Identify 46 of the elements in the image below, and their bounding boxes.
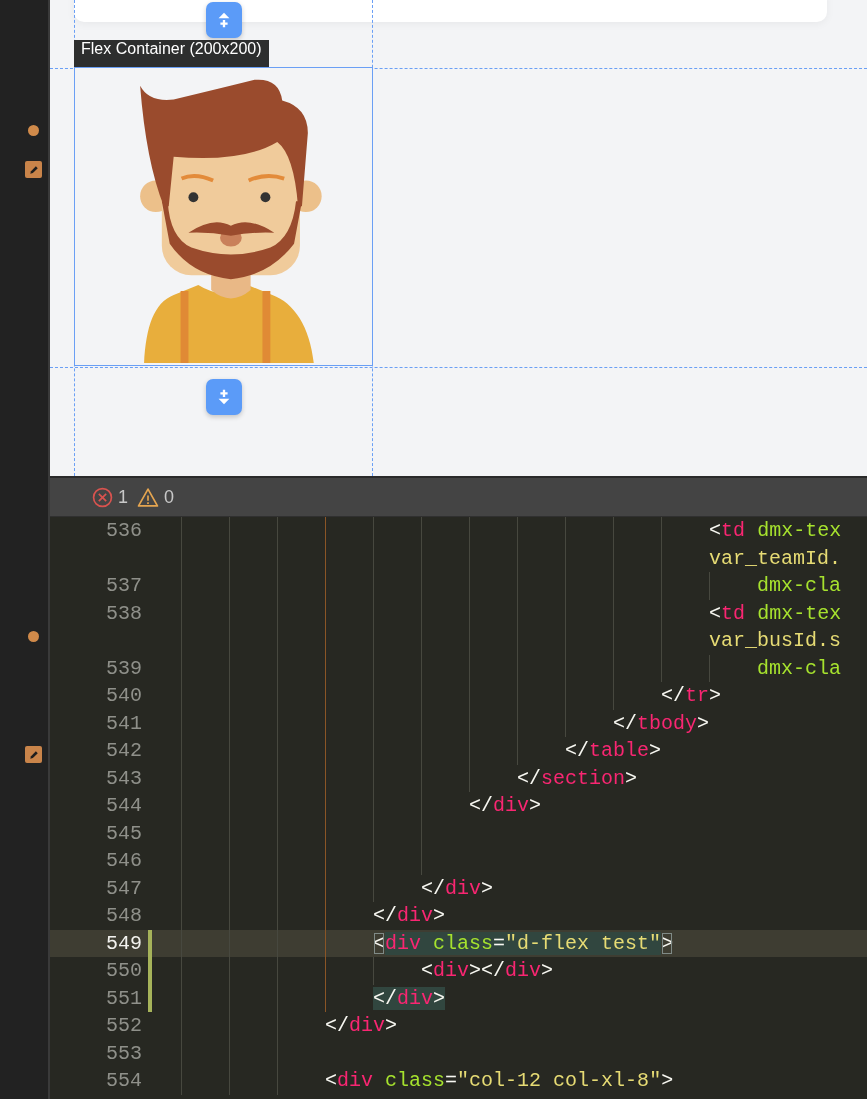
code-line: </tr> — [661, 684, 722, 707]
pencil-icon[interactable] — [25, 161, 42, 178]
code-line: <td dmx-tex — [709, 519, 842, 542]
code-line: </table> — [565, 739, 662, 762]
line-number: 550 — [106, 959, 142, 982]
code-line: </tbody> — [613, 711, 710, 735]
line-number: 543 — [106, 766, 142, 790]
line-number: 552 — [106, 1014, 142, 1037]
code-line: <div class="col-12 col-xl-8"> — [325, 1069, 674, 1092]
line-number: 537 — [106, 574, 142, 597]
code-line: </div> — [421, 876, 494, 900]
pencil-icon[interactable] — [25, 746, 42, 763]
add-above-button[interactable] — [206, 2, 242, 38]
code-line: dmx-cla — [757, 574, 842, 597]
breakpoint-dot-icon — [28, 125, 39, 136]
line-number: 548 — [106, 904, 142, 927]
warning-icon[interactable] — [137, 486, 159, 508]
line-number: 549 — [106, 931, 142, 955]
line-number: 544 — [106, 794, 142, 817]
container-label: Flex Container (200x200) — [74, 40, 269, 67]
code-line: dmx-cla — [757, 656, 842, 680]
code-line: </div> — [373, 904, 446, 927]
line-number: 538 — [106, 601, 142, 625]
line-number: 539 — [106, 656, 142, 680]
line-number: 540 — [106, 684, 142, 707]
line-number: 536 — [106, 519, 142, 542]
code-line: var_teamId. — [709, 546, 842, 570]
code-line: </div> — [325, 1014, 398, 1037]
line-number: 542 — [106, 739, 142, 762]
breakpoint-dot-icon — [28, 631, 39, 642]
error-count: 1 — [118, 486, 128, 508]
line-number: 546 — [106, 849, 142, 872]
line-number: 541 — [106, 711, 142, 735]
code-line: </div> — [469, 794, 542, 817]
add-below-button[interactable] — [206, 379, 242, 415]
line-number: 551 — [106, 986, 142, 1010]
code-line: <div></div> — [421, 959, 554, 982]
line-number: 553 — [106, 1041, 142, 1065]
code-line: </section> — [517, 766, 638, 790]
warning-count: 0 — [164, 486, 175, 508]
line-number: 547 — [106, 876, 142, 900]
error-icon[interactable] — [92, 486, 113, 508]
code-line: var_busId.s — [709, 629, 842, 652]
line-number: 554 — [106, 1069, 142, 1092]
line-number: 545 — [106, 821, 142, 845]
code-line: <td dmx-tex — [709, 601, 842, 625]
